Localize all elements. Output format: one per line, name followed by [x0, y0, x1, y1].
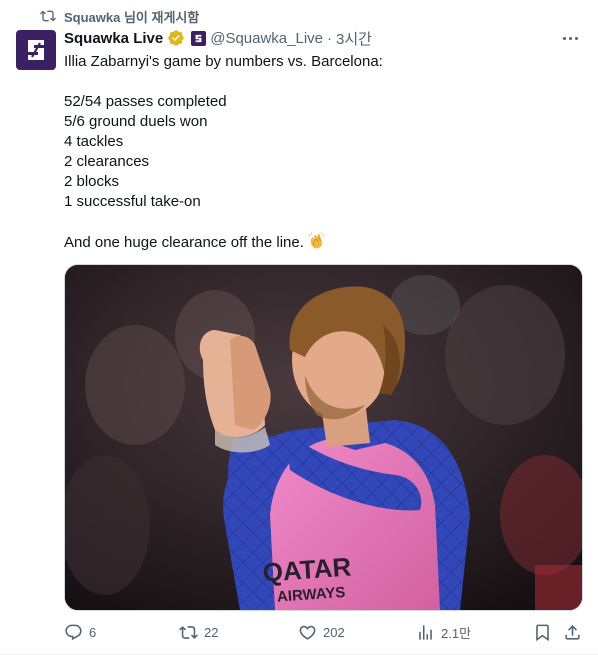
view-count: 2.1만 [441, 625, 472, 641]
repost-icon [40, 10, 56, 22]
shirt-sponsor-text: QATAR [262, 551, 353, 587]
tweet-actions: 6 22 202 2.1만 [64, 620, 584, 644]
stat-line: 2 clearances [64, 153, 150, 170]
tweet-photo[interactable]: QATAR AIRWAYS [64, 264, 583, 611]
stat-line: 2 blocks [64, 173, 120, 190]
tweet-intro-line: Illia Zabarnyi's game by numbers vs. Bar… [64, 53, 383, 70]
stat-line: 52/54 passes completed [64, 93, 227, 110]
repost-button[interactable]: 22 [179, 620, 218, 644]
like-count: 202 [323, 624, 345, 640]
views-button[interactable]: 2.1만 [416, 620, 471, 644]
reply-count: 6 [89, 624, 97, 640]
more-dot-icon [562, 36, 566, 40]
more-dot-icon [568, 36, 572, 40]
repost-count: 22 [204, 624, 219, 640]
display-name[interactable]: Squawka Live [64, 30, 163, 47]
reply-icon [65, 624, 82, 640]
clapping-hands-icon [308, 232, 325, 249]
avatar[interactable] [16, 30, 56, 70]
separator-dot: · [327, 29, 333, 47]
tweet-text: Illia Zabarnyi's game by numbers vs. Bar… [64, 52, 580, 252]
repost-context-text: Squawka 님이 재게시함 [64, 9, 200, 25]
bookmark-button[interactable] [533, 620, 552, 644]
closing-text: And one huge clearance off the line. [64, 234, 304, 251]
affiliate-badge-icon[interactable] [191, 30, 207, 46]
verified-badge-icon[interactable] [167, 29, 185, 47]
like-button[interactable]: 202 [298, 620, 345, 644]
analytics-icon [419, 624, 432, 640]
heart-icon [299, 625, 316, 640]
stat-line: 1 successful take-on [64, 193, 201, 210]
share-button[interactable] [563, 620, 582, 644]
reply-button[interactable]: 6 [64, 620, 96, 644]
timestamp[interactable]: 3시간 [336, 28, 372, 49]
stat-line: 4 tackles [64, 133, 124, 150]
tweet-closing-line: And one huge clearance off the line. [64, 232, 580, 252]
tweet-header: Squawka Live @Squawka_Live · 3시간 [64, 28, 372, 48]
repost-icon [179, 625, 198, 639]
player-photo: QATAR AIRWAYS [65, 265, 582, 610]
more-options-button[interactable] [558, 28, 582, 48]
share-icon [565, 624, 580, 640]
squawka-logo-icon [28, 40, 44, 60]
bookmark-icon [536, 624, 549, 641]
repost-context[interactable]: Squawka 님이 재게시함 [40, 7, 199, 25]
tweet-card[interactable]: Squawka 님이 재게시함 Squawka Live @Squawka_Li… [0, 0, 598, 655]
stat-line: 5/6 ground duels won [64, 113, 208, 130]
more-dot-icon [574, 36, 578, 40]
handle[interactable]: @Squawka_Live [210, 30, 323, 47]
